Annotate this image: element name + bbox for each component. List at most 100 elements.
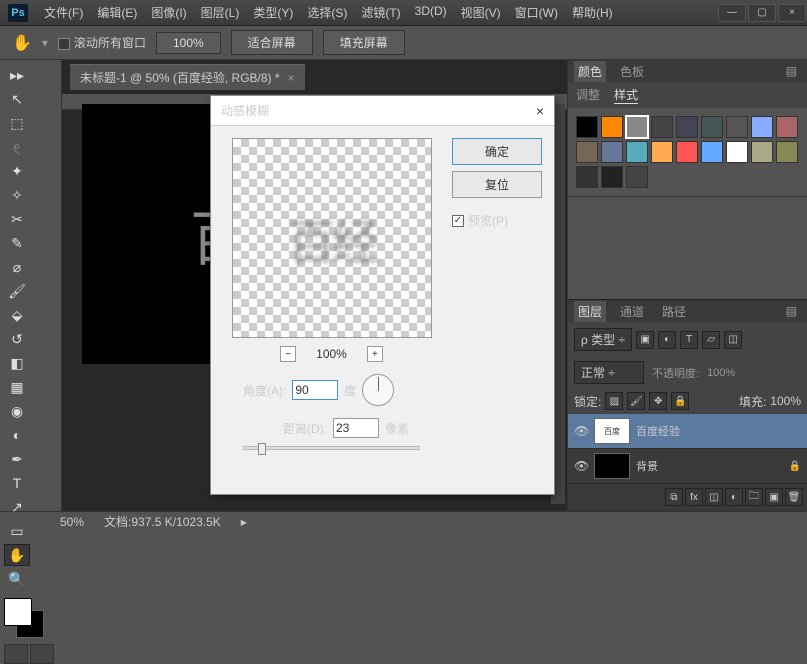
style-swatch[interactable] <box>601 166 623 188</box>
eyedropper-tool[interactable]: ✎ <box>4 232 30 254</box>
new-layer-icon[interactable]: ▣ <box>765 488 783 506</box>
style-swatch[interactable] <box>701 116 723 138</box>
layer-fx-icon[interactable]: fx <box>685 488 703 506</box>
close-tab-icon[interactable]: × <box>288 71 295 85</box>
document-tab[interactable]: 未标题-1 @ 50% (百度经验, RGB/8) *× <box>70 64 305 90</box>
menu-image[interactable]: 图像(I) <box>145 0 192 25</box>
style-swatch[interactable] <box>576 116 598 138</box>
visibility-icon[interactable]: 👁 <box>574 459 588 473</box>
layer-row[interactable]: 👁 背景 🔒 <box>568 449 807 484</box>
quick-mask-button[interactable] <box>30 644 54 664</box>
scroll-all-windows-checkbox[interactable]: 滚动所有窗口 <box>58 34 146 51</box>
path-select-tool[interactable]: ↗ <box>4 496 30 518</box>
slider-thumb[interactable] <box>258 443 266 455</box>
brush-tool[interactable]: 🖌 <box>4 280 30 302</box>
eraser-tool[interactable]: ◧ <box>4 352 30 374</box>
zoom-tool[interactable]: 🔍 <box>4 568 30 590</box>
adjustment-layer-icon[interactable]: ◐ <box>725 488 743 506</box>
menu-window[interactable]: 窗口(W) <box>509 0 564 25</box>
menu-edit[interactable]: 编辑(E) <box>91 0 143 25</box>
blend-mode-select[interactable]: 正常 ÷ <box>574 361 644 384</box>
history-brush-tool[interactable]: ↺ <box>4 328 30 350</box>
menu-help[interactable]: 帮助(H) <box>566 0 619 25</box>
style-swatch[interactable] <box>751 141 773 163</box>
stamp-tool[interactable]: ⬙ <box>4 304 30 326</box>
dialog-titlebar[interactable]: 动感模糊 × <box>211 96 554 126</box>
tab-layers[interactable]: 图层 <box>574 301 606 322</box>
shape-tool[interactable]: ▭ <box>4 520 30 542</box>
dodge-tool[interactable]: ◐ <box>4 424 30 446</box>
foreground-color[interactable] <box>4 598 32 626</box>
ok-button[interactable]: 确定 <box>452 138 542 165</box>
layer-thumbnail[interactable] <box>594 453 630 479</box>
tab-swatches[interactable]: 色板 <box>616 61 648 82</box>
lock-pixels-icon[interactable]: 🖌 <box>627 392 645 410</box>
tab-toggle-icon[interactable]: ▸▸ <box>4 64 30 86</box>
menu-view[interactable]: 视图(V) <box>455 0 507 25</box>
menu-3d[interactable]: 3D(D) <box>409 0 453 25</box>
lock-all-icon[interactable]: 🔒 <box>671 392 689 410</box>
status-zoom[interactable]: 50% <box>60 515 84 529</box>
panel-menu-icon[interactable]: ▤ <box>782 62 801 80</box>
filter-pixel-icon[interactable]: ▣ <box>636 331 654 349</box>
link-layers-icon[interactable]: ⧉ <box>665 488 683 506</box>
marquee-tool[interactable]: ⬚ <box>4 112 30 134</box>
menu-filter[interactable]: 滤镜(T) <box>355 0 406 25</box>
fit-screen-button[interactable]: 适合屏幕 <box>231 30 313 55</box>
reset-button[interactable]: 复位 <box>452 171 542 198</box>
fill-value[interactable]: 100% <box>770 394 801 408</box>
style-swatch[interactable] <box>651 141 673 163</box>
close-window-button[interactable]: × <box>778 4 806 22</box>
angle-input[interactable] <box>292 380 338 400</box>
zoom-out-button[interactable]: − <box>280 346 296 362</box>
style-swatch[interactable] <box>626 166 648 188</box>
tab-channels[interactable]: 通道 <box>616 301 648 322</box>
tab-color[interactable]: 颜色 <box>574 61 606 82</box>
layer-mask-icon[interactable]: ◫ <box>705 488 723 506</box>
opacity-value[interactable]: 100% <box>707 367 735 379</box>
style-swatch[interactable] <box>601 116 623 138</box>
style-swatch[interactable] <box>776 116 798 138</box>
magic-wand-tool[interactable]: ✧ <box>4 184 30 206</box>
panel-menu-icon[interactable]: ▤ <box>782 302 801 320</box>
filter-adjust-icon[interactable]: ◐ <box>658 331 676 349</box>
preview-checkbox[interactable]: ✓预览(P) <box>452 212 542 229</box>
style-swatch[interactable] <box>726 141 748 163</box>
status-doc-size[interactable]: 文档:937.5 K/1023.5K <box>104 513 221 530</box>
lasso-tool[interactable]: 𓏲 <box>4 136 30 158</box>
distance-input[interactable] <box>333 418 379 438</box>
filter-shape-icon[interactable]: ▱ <box>702 331 720 349</box>
style-swatch[interactable] <box>751 116 773 138</box>
lock-transparency-icon[interactable]: ▨ <box>605 392 623 410</box>
maximize-button[interactable]: ▢ <box>748 4 776 22</box>
delete-layer-icon[interactable]: 🗑 <box>785 488 803 506</box>
move-tool[interactable]: ↖ <box>4 88 30 110</box>
zoom-100-button[interactable]: 100% <box>156 32 221 54</box>
distance-slider[interactable] <box>243 446 420 450</box>
zoom-in-button[interactable]: + <box>367 346 383 362</box>
tab-paths[interactable]: 路径 <box>658 301 690 322</box>
style-swatch[interactable] <box>626 141 648 163</box>
blur-tool[interactable]: ◉ <box>4 400 30 422</box>
group-icon[interactable]: 🗀 <box>745 488 763 506</box>
style-swatch[interactable] <box>576 166 598 188</box>
minimize-button[interactable]: — <box>718 4 746 22</box>
style-swatch[interactable] <box>776 141 798 163</box>
hand-tool[interactable]: ✋ <box>4 544 30 566</box>
status-chevron-icon[interactable]: ▸ <box>241 515 247 529</box>
menu-file[interactable]: 文件(F) <box>38 0 89 25</box>
style-swatch[interactable] <box>676 116 698 138</box>
menu-type[interactable]: 类型(Y) <box>247 0 299 25</box>
filter-preview[interactable]: 百经 <box>232 138 432 338</box>
style-swatch[interactable] <box>651 116 673 138</box>
layer-thumbnail[interactable]: 百度 <box>594 418 630 444</box>
filter-type-icon[interactable]: T <box>680 331 698 349</box>
angle-dial[interactable] <box>362 374 394 406</box>
layer-name[interactable]: 背景 <box>636 458 783 474</box>
style-swatch[interactable] <box>701 141 723 163</box>
standard-mode-button[interactable] <box>4 644 28 664</box>
dialog-close-icon[interactable]: × <box>536 103 544 119</box>
subtab-adjust[interactable]: 调整 <box>576 86 600 104</box>
lock-position-icon[interactable]: ✥ <box>649 392 667 410</box>
pen-tool[interactable]: ✒ <box>4 448 30 470</box>
